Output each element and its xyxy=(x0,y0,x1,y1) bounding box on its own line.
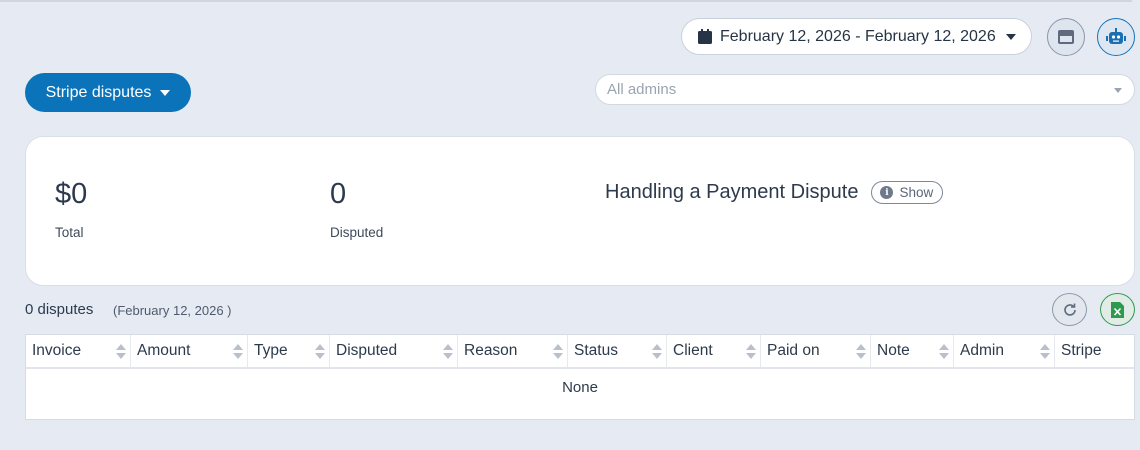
stripe-disputes-dropdown[interactable]: Stripe disputes xyxy=(25,73,191,112)
help-title: Handling a Payment Dispute xyxy=(605,181,859,203)
column-header-disputed[interactable]: Disputed xyxy=(330,335,458,367)
top-divider xyxy=(0,0,1132,2)
date-range-label: February 12, 2026 - February 12, 2026 xyxy=(720,27,996,45)
column-header-paid-on[interactable]: Paid on xyxy=(761,335,871,367)
table-header: Invoice Amount Type Disputed Reason Stat… xyxy=(26,335,1134,369)
disputed-stat: 0 Disputed xyxy=(330,178,383,240)
column-header-admin[interactable]: Admin xyxy=(954,335,1055,367)
column-header-stripe[interactable]: Stripe xyxy=(1055,335,1134,367)
assistant-bot-button[interactable] xyxy=(1097,18,1135,56)
disputed-label: Disputed xyxy=(330,225,384,240)
sort-icon xyxy=(553,344,563,360)
help-section: Handling a Payment Dispute i Show xyxy=(605,181,944,204)
column-header-type[interactable]: Type xyxy=(248,335,330,367)
sort-icon xyxy=(315,344,325,360)
show-help-button[interactable]: i Show xyxy=(871,181,944,204)
disputes-date: (February 12, 2026 ) xyxy=(113,303,232,318)
sort-icon xyxy=(116,344,126,360)
calendar-icon xyxy=(698,29,712,44)
column-header-client[interactable]: Client xyxy=(667,335,761,367)
column-header-amount[interactable]: Amount xyxy=(131,335,248,367)
column-header-note[interactable]: Note xyxy=(871,335,954,367)
disputes-table: Invoice Amount Type Disputed Reason Stat… xyxy=(25,334,1135,420)
disputes-count: 0 disputes xyxy=(25,301,94,318)
admin-filter-select[interactable]: All admins xyxy=(595,74,1135,105)
disputed-value: 0 xyxy=(330,178,347,210)
sort-icon xyxy=(939,344,949,360)
column-header-invoice[interactable]: Invoice xyxy=(26,335,131,367)
column-header-reason[interactable]: Reason xyxy=(458,335,568,367)
sort-icon xyxy=(652,344,662,360)
date-range-picker[interactable]: February 12, 2026 - February 12, 2026 xyxy=(681,18,1032,55)
admin-filter-placeholder: All admins xyxy=(607,81,677,98)
sort-icon xyxy=(1040,344,1050,360)
chevron-down-icon xyxy=(1114,88,1122,93)
stripe-disputes-label: Stripe disputes xyxy=(45,83,152,101)
panel-toggle-button[interactable] xyxy=(1047,18,1085,56)
table-empty-text: None xyxy=(562,378,598,396)
panel-icon xyxy=(1058,30,1074,44)
summary-card: $0 Total 0 Disputed Handling a Payment D… xyxy=(25,136,1135,286)
sort-icon xyxy=(856,344,866,360)
refresh-icon xyxy=(1063,303,1076,316)
total-value: $0 xyxy=(55,178,88,210)
sort-icon xyxy=(443,344,453,360)
total-stat: $0 Total xyxy=(55,178,87,240)
info-icon: i xyxy=(880,186,894,199)
robot-icon xyxy=(1106,28,1126,44)
chevron-down-icon xyxy=(160,89,171,96)
refresh-button[interactable] xyxy=(1052,293,1087,326)
show-help-label: Show xyxy=(899,185,934,200)
column-header-status[interactable]: Status xyxy=(568,335,667,367)
table-empty-row: None xyxy=(26,369,1134,405)
sort-icon xyxy=(233,344,243,360)
chevron-down-icon xyxy=(1005,33,1016,40)
export-excel-button[interactable] xyxy=(1100,293,1135,326)
excel-icon xyxy=(1111,301,1124,318)
total-label: Total xyxy=(55,225,84,240)
sort-icon xyxy=(746,344,756,360)
